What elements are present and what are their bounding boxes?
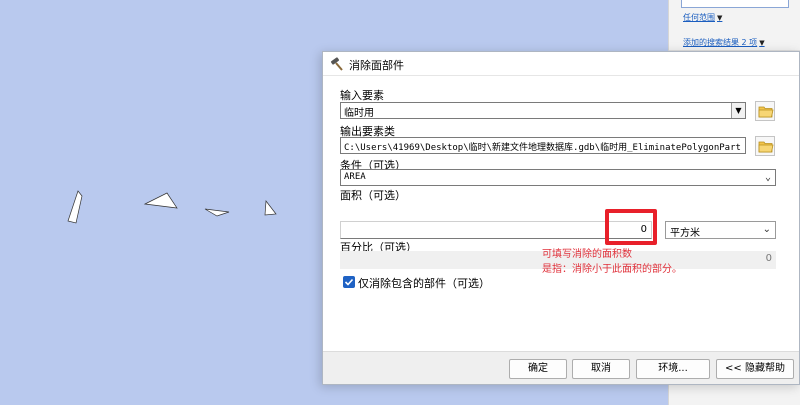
button-bar: 确定 取消 环境... << 隐藏帮助	[323, 351, 799, 384]
cancel-button[interactable]: 取消	[572, 359, 630, 379]
checkmark-icon	[344, 278, 354, 286]
condition-select[interactable]: AREA ⌄	[340, 169, 776, 186]
area-unit-value: 平方米	[670, 228, 700, 239]
dropdown-arrow-icon[interactable]: ▼	[731, 103, 745, 118]
area-label: 面积（可选）	[340, 189, 406, 202]
browse-output-button[interactable]	[755, 136, 775, 156]
polygon-fragment	[143, 192, 178, 209]
condition-value: AREA	[344, 172, 366, 182]
input-features-select[interactable]: 临时用 ▼	[340, 102, 746, 119]
search-box-edge	[681, 0, 789, 8]
polygon-fragment	[67, 190, 83, 224]
parameters-panel: 输入要素 临时用 ▼ 输出要素类 C:\Users\41969\Desktop\…	[323, 77, 799, 351]
polygon-fragment	[204, 208, 230, 217]
chevron-down-icon: ⌄	[764, 172, 771, 183]
checkbox[interactable]	[343, 276, 355, 288]
extent-link[interactable]: 任何范围 ▼	[683, 12, 722, 23]
search-results-link[interactable]: 添加的搜索结果 2 项 ▼	[683, 37, 765, 48]
polygon-fragments	[67, 190, 277, 224]
annotation-line-2: 是指：消除小于此面积的部分。	[542, 264, 682, 275]
checkbox-label: 仅消除包含的部件（可选）	[358, 277, 490, 290]
ok-button[interactable]: 确定	[509, 359, 567, 379]
chevron-down-icon: ⌄	[762, 224, 771, 235]
caret-down-icon: ▼	[717, 14, 723, 22]
title-bar[interactable]: 消除面部件	[323, 52, 799, 76]
input-features-label: 输入要素	[340, 89, 384, 102]
folder-icon	[758, 141, 774, 153]
caret-down-icon: ▼	[759, 39, 765, 47]
environments-button[interactable]: 环境...	[636, 359, 710, 379]
polygon-fragment	[264, 200, 277, 216]
hide-help-button[interactable]: << 隐藏帮助	[716, 359, 794, 379]
eliminate-polygon-part-dialog: 消除面部件 输入要素 临时用 ▼ 输出要素类 C:\Users\41969\De…	[322, 51, 800, 385]
open-folder-button[interactable]	[755, 101, 775, 121]
input-features-value: 临时用	[344, 108, 374, 119]
hammer-icon	[329, 56, 345, 72]
folder-icon	[758, 106, 774, 118]
highlight-box	[605, 209, 657, 245]
area-unit-select[interactable]: 平方米 ⌄	[665, 221, 776, 239]
annotation-line-1: 可填写消除的面积数	[542, 249, 632, 260]
output-feature-class-field[interactable]: C:\Users\41969\Desktop\临时\新建文件地理数据库.gdb\…	[340, 137, 746, 154]
dialog-title: 消除面部件	[349, 59, 404, 72]
